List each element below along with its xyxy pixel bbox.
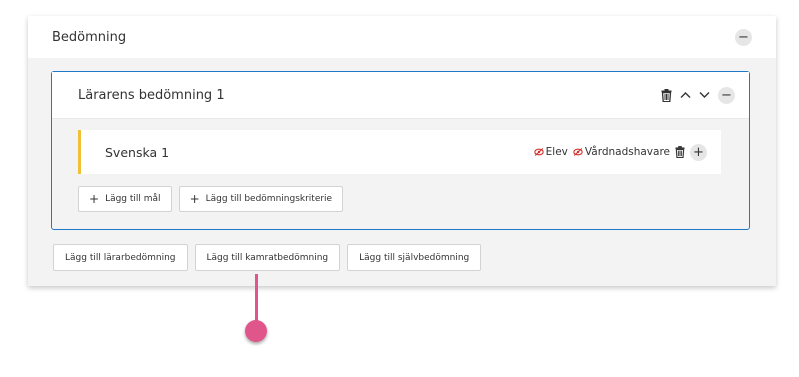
minus-icon: − [738, 29, 749, 45]
delete-subject-button[interactable] [675, 146, 685, 158]
plus-icon: + [693, 144, 704, 160]
eye-off-icon [573, 148, 583, 156]
visibility-toggle-student[interactable]: Elev [533, 146, 568, 158]
panel-header: Bedömning − [28, 16, 776, 58]
visibility-label-student: Elev [545, 146, 568, 158]
chevron-up-icon [680, 92, 691, 98]
assessment-header: Lärarens bedömning 1 − [52, 72, 749, 119]
plus-icon: + [189, 192, 200, 206]
delete-assessment-button[interactable] [661, 88, 672, 102]
add-peer-assessment-button[interactable]: Lägg till kamratbedömning [194, 244, 341, 271]
move-up-button[interactable] [680, 91, 691, 99]
assessment-actions: − [661, 86, 735, 104]
subject-title: Svenska 1 [105, 144, 170, 160]
chevron-down-icon [699, 92, 710, 98]
subject-actions: Elev Vårdnadshavare + [533, 143, 707, 161]
collapse-assessment-button[interactable]: − [718, 86, 735, 104]
subject-row: Svenska 1 Elev Vårdnadshavare + [78, 130, 721, 174]
teacher-assessment-card: Lärarens bedömning 1 − Svenska 1 Elev Vå… [51, 71, 750, 230]
move-down-button[interactable] [699, 91, 710, 99]
visibility-toggle-guardian[interactable]: Vårdnadshavare [573, 146, 670, 158]
pointer-line [255, 274, 258, 322]
add-criteria-button[interactable]: + Lägg till bedömningskriterie [178, 186, 344, 212]
add-criteria-label: Lägg till bedömningskriterie [205, 194, 333, 204]
eye-off-icon [533, 148, 544, 156]
plus-icon: + [89, 192, 100, 206]
trash-icon [675, 146, 685, 158]
add-self-assessment-button[interactable]: Lägg till självbedömning [347, 244, 482, 271]
add-subject-item-button[interactable]: + [690, 143, 707, 161]
assessment-panel: Bedömning − Lärarens bedömning 1 − Svens… [28, 16, 776, 286]
add-goal-label: Lägg till mål [105, 194, 161, 204]
pointer-marker [245, 320, 267, 342]
trash-icon [661, 88, 672, 102]
minus-icon: − [721, 87, 732, 103]
panel-title: Bedömning [52, 29, 127, 45]
add-goal-button[interactable]: + Lägg till mål [78, 186, 172, 212]
add-teacher-assessment-button[interactable]: Lägg till lärarbedömning [53, 244, 188, 271]
assessment-buttons: + Lägg till mål + Lägg till bedömningskr… [78, 186, 344, 212]
visibility-label-guardian: Vårdnadshavare [584, 146, 670, 158]
assessment-title: Lärarens bedömning 1 [78, 87, 225, 103]
collapse-section-button[interactable]: − [735, 28, 752, 46]
panel-buttons: Lägg till lärarbedömning Lägg till kamra… [53, 244, 482, 271]
